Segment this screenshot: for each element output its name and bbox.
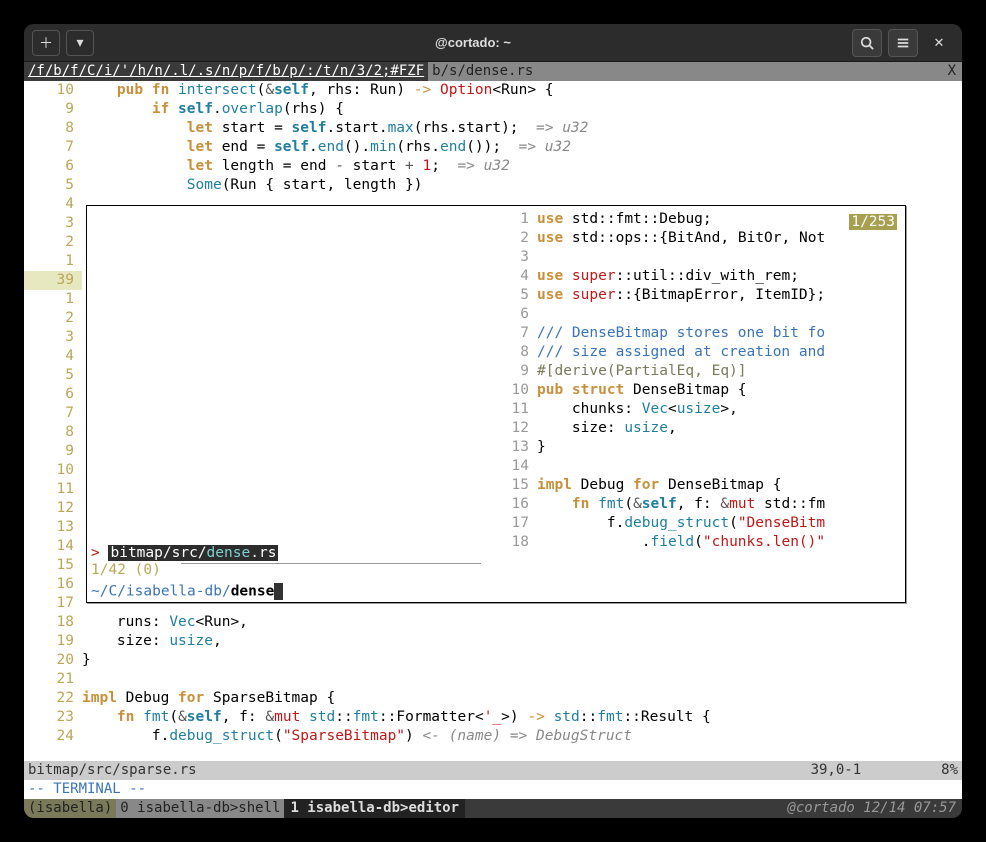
preview-line: 7/// DenseBitmap stores one bit fo [495,324,901,343]
window-title: @cortado: ~ [94,35,852,50]
line-number: 15 [24,556,82,575]
code-line[interactable]: 10 pub fn intersect(&self, rhs: Run) -> … [24,81,962,100]
line-number: 13 [24,518,82,537]
line-number: 8 [24,423,82,442]
line-number: 22 [24,689,82,708]
vim-statusline: bitmap/src/sparse.rs 39,0-1 8% [24,761,962,780]
preview-line: 1use std::fmt::Debug; [495,210,901,229]
preview-line: 11 chunks: Vec<usize>, [495,400,901,419]
line-number: 5 [24,366,82,385]
preview-line: 15impl Debug for DenseBitmap { [495,476,901,495]
tmux-window-0[interactable]: 0 isabella-db>shell [116,799,284,818]
preview-line: 18 .field("chunks.len()" [495,533,901,552]
line-number: 7 [24,404,82,423]
line-number: 24 [24,727,82,746]
vim-mode-line: -- TERMINAL -- [24,780,962,799]
line-number: 11 [24,480,82,499]
close-window-button[interactable]: ✕ [924,29,954,57]
line-number: 9 [24,100,82,119]
line-number: 17 [24,594,82,613]
line-number: 19 [24,632,82,651]
code-line[interactable]: 20} [24,651,962,670]
tab-menu-button[interactable]: ▾ [66,30,94,56]
preview-line: 3 [495,248,901,267]
line-number: 1 [24,252,82,271]
preview-line: 12 size: usize, [495,419,901,438]
line-number: 1 [24,290,82,309]
code-line[interactable]: 19 size: usize, [24,632,962,651]
tabline-close-icon[interactable]: X [537,62,962,81]
tmux-host-clock: @cortado 12/14 07:57 [781,799,962,818]
line-number: 6 [24,157,82,176]
line-number: 18 [24,613,82,632]
line-number: 21 [24,670,82,689]
line-number: 4 [24,195,82,214]
preview-line: 13} [495,438,901,457]
line-number: 14 [24,537,82,556]
line-number: 7 [24,138,82,157]
code-line[interactable]: 5 Some(Run { start, length }) [24,176,962,195]
editor-area[interactable]: 10 pub fn intersect(&self, rhs: Run) -> … [24,81,962,761]
fzf-preview-pane: 1/253 1use std::fmt::Debug;2use std::ops… [495,210,901,598]
hamburger-menu-icon[interactable] [888,29,918,57]
line-number: 4 [24,347,82,366]
fzf-result-count: 1/42 (0) [91,562,491,581]
line-number: 3 [24,214,82,233]
line-number: 39 [24,271,82,290]
line-number: 2 [24,309,82,328]
preview-line: 9#[derive(PartialEq, Eq)] [495,362,901,381]
code-line[interactable]: 23 fn fmt(&self, f: &mut std::fmt::Forma… [24,708,962,727]
preview-line: 10pub struct DenseBitmap { [495,381,901,400]
tmux-statusbar: (isabella) 0 isabella-db>shell 1 isabell… [24,799,962,818]
preview-line: 5use super::{BitmapError, ItemID}; [495,286,901,305]
line-number: 12 [24,499,82,518]
code-line[interactable]: 22impl Debug for SparseBitmap { [24,689,962,708]
line-number: 16 [24,575,82,594]
line-number: 8 [24,119,82,138]
fzf-list-pane: > bitmap/src/dense.rs 1/42 (0) ~/C/isabe… [91,545,491,600]
line-number: 10 [24,461,82,480]
new-tab-button[interactable]: ＋ [32,30,60,56]
fzf-preview-position-badge: 1/253 [849,214,897,230]
line-number: 5 [24,176,82,195]
search-icon[interactable] [852,29,882,57]
line-number: 3 [24,328,82,347]
vim-tabline: /f/b/f/C/i/'/h/n/.l/.s/n/p/f/b/p/:/t/n/3… [24,62,962,81]
terminal-window: ＋ ▾ @cortado: ~ ✕ /f/b/f/C/i/'/h/n/.l/.s… [24,24,962,818]
status-scroll-pct: 8% [941,761,958,780]
line-number: 20 [24,651,82,670]
code-line[interactable]: 9 if self.overlap(rhs) { [24,100,962,119]
status-filename: bitmap/src/sparse.rs [28,761,197,780]
code-line[interactable]: 24 f.debug_struct("SparseBitmap") <- (na… [24,727,962,746]
line-number: 23 [24,708,82,727]
fzf-selected-item[interactable]: > bitmap/src/dense.rs [91,545,491,561]
line-number: 6 [24,385,82,404]
tmux-window-1[interactable]: 1 isabella-db>editor [284,799,465,818]
preview-line: 14 [495,457,901,476]
preview-line: 6 [495,305,901,324]
fzf-popup: 1/253 1use std::fmt::Debug;2use std::ops… [86,205,906,603]
line-number: 10 [24,81,82,100]
tab-dense-rs[interactable]: b/s/dense.rs [428,62,537,81]
line-number: 9 [24,442,82,461]
line-number: 2 [24,233,82,252]
code-line[interactable]: 6 let length = end - start + 1; => u32 [24,157,962,176]
tmux-session-name[interactable]: (isabella) [24,799,116,818]
code-line[interactable]: 18 runs: Vec<Run>, [24,613,962,632]
preview-line: 16 fn fmt(&self, f: &mut std::fm [495,495,901,514]
code-line[interactable]: 8 let start = self.start.max(rhs.start);… [24,119,962,138]
preview-line: 4use super::util::div_with_rem; [495,267,901,286]
code-line[interactable]: 21 [24,670,962,689]
status-cursor-pos: 39,0-1 [811,761,862,780]
code-line[interactable]: 7 let end = self.end().min(rhs.end()); =… [24,138,962,157]
cursor-icon [274,583,283,600]
tab-fzf[interactable]: /f/b/f/C/i/'/h/n/.l/.s/n/p/f/b/p/:/t/n/3… [24,62,428,81]
preview-line: 17 f.debug_struct("DenseBitm [495,514,901,533]
window-titlebar: ＋ ▾ @cortado: ~ ✕ [24,24,962,62]
fzf-prompt[interactable]: ~/C/isabella-db/dense [91,583,491,600]
preview-line: 8/// size assigned at creation and [495,343,901,362]
preview-line: 2use std::ops::{BitAnd, BitOr, Not [495,229,901,248]
